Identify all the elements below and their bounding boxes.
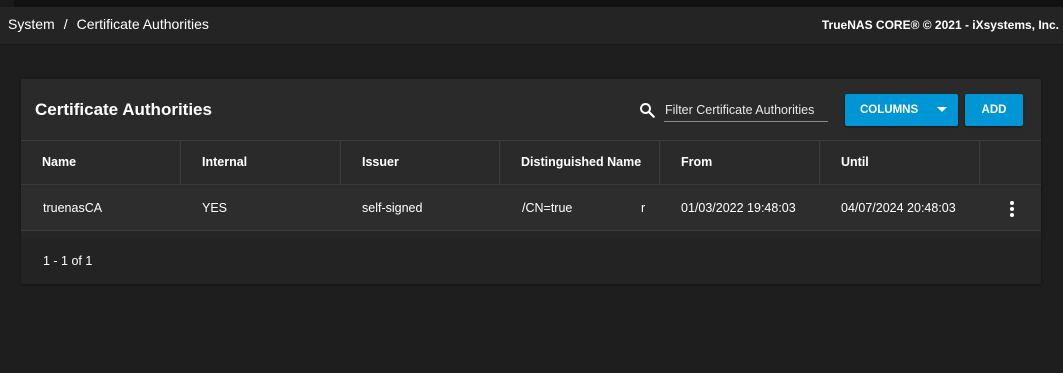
cell-distinguished-name-tail: r	[641, 201, 646, 215]
certificate-authorities-card: Certificate Authorities COLUMNS ADD Name…	[21, 79, 1041, 284]
columns-button[interactable]: COLUMNS	[845, 94, 958, 126]
columns-button-label: COLUMNS	[860, 104, 919, 116]
top-strip	[0, 0, 1063, 7]
card-header: Certificate Authorities COLUMNS ADD	[21, 79, 1041, 141]
table-row[interactable]: truenasCA YES self-signed /CN=true r 01/…	[21, 185, 1041, 231]
paginator-range: 1 - 1 of 1	[43, 254, 93, 268]
breadcrumb-certificate-authorities: Certificate Authorities	[76, 16, 209, 32]
column-header-issuer[interactable]: Issuer	[341, 141, 500, 184]
cell-issuer: self-signed	[362, 201, 423, 215]
copyright-text: TrueNAS CORE® © 2021 - iXsystems, Inc.	[821, 18, 1059, 32]
kebab-dot	[1010, 213, 1014, 217]
breadcrumb: System / Certificate Authorities	[8, 16, 209, 32]
cell-from: 01/03/2022 19:48:03	[681, 201, 796, 215]
table-footer: 1 - 1 of 1	[21, 238, 1041, 284]
cell-name: truenasCA	[43, 201, 103, 215]
breadcrumb-system[interactable]: System	[8, 16, 55, 32]
kebab-dot	[1010, 201, 1014, 205]
add-button[interactable]: ADD	[965, 94, 1023, 126]
top-strip-mid	[14, 0, 1063, 7]
column-header-internal[interactable]: Internal	[181, 141, 341, 184]
chevron-down-icon	[937, 107, 947, 112]
filter-input[interactable]	[664, 99, 828, 122]
column-header-distinguished-name[interactable]: Distinguished Name	[500, 141, 660, 184]
kebab-dot	[1010, 207, 1014, 211]
column-header-actions	[980, 141, 1041, 184]
more-vert-icon[interactable]	[1009, 201, 1015, 217]
cell-internal: YES	[202, 201, 228, 215]
breadcrumb-separator: /	[63, 16, 68, 32]
cell-distinguished-name: /CN=true	[522, 201, 573, 215]
cell-until: 04/07/2024 20:48:03	[841, 201, 956, 215]
table-spacer	[21, 231, 1041, 238]
top-strip-left	[0, 0, 14, 7]
search-icon	[640, 103, 655, 118]
page-header-bar: System / Certificate Authorities TrueNAS C…	[0, 7, 1063, 45]
card-title: Certificate Authorities	[35, 100, 212, 119]
column-header-from[interactable]: From	[660, 141, 820, 184]
column-header-until[interactable]: Until	[820, 141, 980, 184]
column-header-name[interactable]: Name	[21, 141, 181, 184]
table-header: Name Internal Issuer Distinguished Name …	[21, 141, 1041, 185]
